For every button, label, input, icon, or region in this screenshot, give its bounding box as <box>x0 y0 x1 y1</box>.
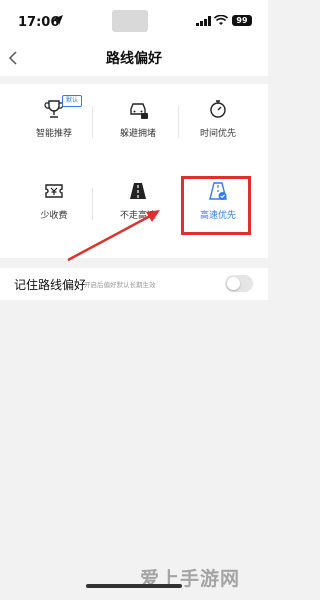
divider <box>178 106 179 138</box>
status-bar: 17:06 99 <box>0 0 268 40</box>
option-time-first[interactable]: 时间优先 <box>180 98 256 158</box>
remember-toggle[interactable] <box>225 275 253 292</box>
battery-indicator: 99 <box>232 15 252 26</box>
wifi-icon <box>214 15 228 25</box>
toggle-knob <box>227 277 240 290</box>
blurred-area <box>112 10 148 32</box>
remember-preference-row: 记住路线偏好 开启后偏好默认长期生效 <box>0 268 268 300</box>
option-label: 智能推荐 <box>35 129 72 139</box>
option-label: 少收费 <box>40 211 68 221</box>
divider <box>92 106 93 138</box>
option-label: 不走高速 <box>119 211 156 221</box>
option-no-highway[interactable]: 不走高速 <box>100 180 176 240</box>
home-indicator <box>86 584 182 588</box>
annotation-highlight-box <box>181 176 251 235</box>
option-avoid-congestion[interactable]: 躲避拥堵 <box>100 98 176 158</box>
location-arrow-icon <box>53 15 63 25</box>
option-label: 躲避拥堵 <box>119 129 156 139</box>
car-avoid-icon <box>130 103 148 119</box>
option-label: 时间优先 <box>199 129 236 139</box>
divider <box>92 188 93 220</box>
ticket-icon <box>45 184 63 198</box>
nav-bar: 路线偏好 <box>0 40 268 76</box>
option-less-toll[interactable]: 少收费 <box>16 180 92 240</box>
remember-hint: 开启后偏好默认长期生效 <box>84 281 156 289</box>
option-smart-recommend[interactable]: 智能推荐 默认 <box>16 95 92 158</box>
signal-icon <box>196 16 211 26</box>
remember-label: 记住路线偏好 <box>14 278 87 292</box>
page-title: 路线偏好 <box>106 51 162 67</box>
default-badge: 默认 <box>62 95 83 107</box>
stopwatch-icon <box>210 100 226 118</box>
no-highway-icon <box>130 183 146 199</box>
